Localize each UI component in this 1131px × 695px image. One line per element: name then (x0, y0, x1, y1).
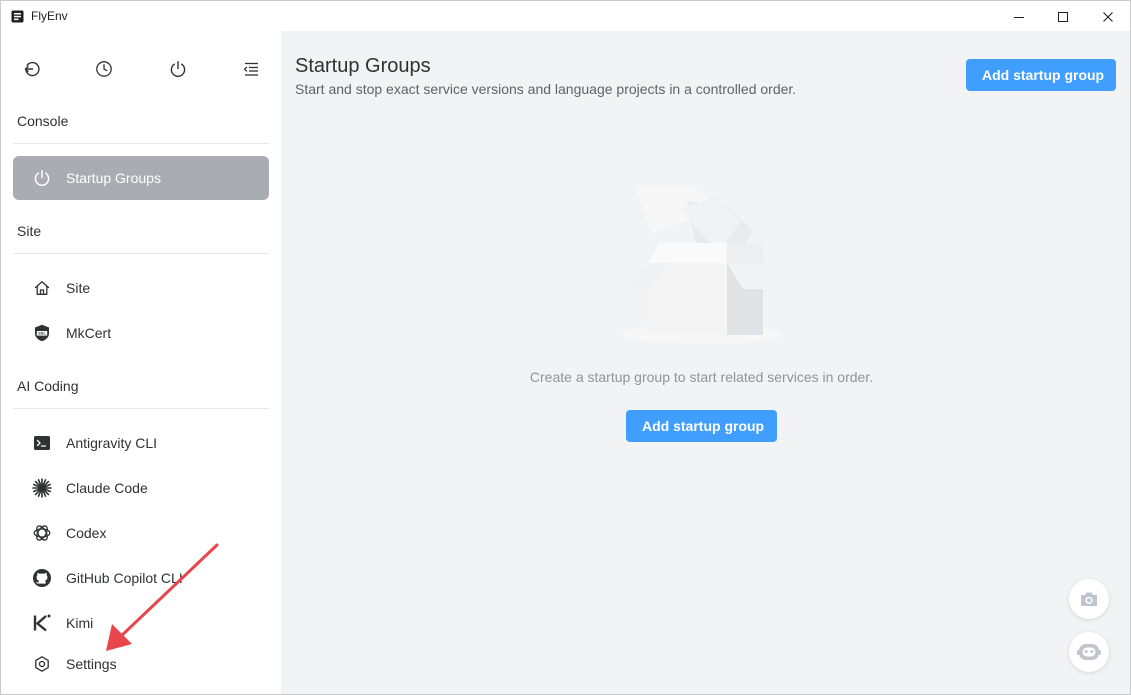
sidebar-item-settings[interactable]: Settings (13, 642, 269, 686)
section-site: Site (17, 223, 42, 239)
sidebar-item-github-copilot-cli[interactable]: GitHub Copilot CLI (13, 556, 269, 600)
sidebar-item-label: Codex (66, 525, 107, 541)
section-divider (13, 408, 269, 409)
sidebar-item-label: Settings (66, 656, 117, 672)
power-icon (32, 168, 52, 188)
minimize-button[interactable] (996, 1, 1042, 32)
openai-icon (32, 523, 52, 543)
terminal-icon (32, 433, 52, 453)
sidebar-item-label: GitHub Copilot CLI (66, 570, 183, 586)
sidebar-item-kimi[interactable]: Kimi (13, 601, 269, 645)
sidebar: Console Startup Groups Site Site SSL MkC… (1, 31, 281, 694)
section-console: Console (17, 113, 69, 129)
close-button[interactable] (1085, 1, 1131, 32)
github-icon (32, 568, 52, 588)
empty-state-text: Create a startup group to start related … (529, 369, 874, 385)
main-content: Startup Groups Start and stop exact serv… (281, 31, 1130, 694)
history-button[interactable] (93, 58, 115, 80)
sidebar-item-label: Claude Code (66, 480, 148, 496)
sidebar-item-label: Antigravity CLI (66, 435, 158, 451)
sidebar-item-label: Site (66, 280, 91, 296)
power-icon (170, 61, 186, 77)
sidebar-item-codex[interactable]: Codex (13, 511, 269, 555)
collapse-menu-icon (243, 62, 258, 76)
home-icon (32, 278, 52, 298)
power-button[interactable] (167, 58, 189, 80)
sidebar-toolbar (1, 58, 281, 80)
camera-icon (1081, 592, 1097, 606)
ai-assistant-button[interactable] (1069, 632, 1109, 672)
svg-text:SSL: SSL (38, 331, 46, 336)
add-startup-group-button[interactable]: Add startup group (966, 59, 1116, 91)
app-logo-icon (11, 10, 24, 23)
history-icon (96, 61, 112, 77)
section-ai-coding: AI Coding (17, 378, 79, 394)
section-divider (13, 253, 269, 254)
sidebar-item-mkcert[interactable]: SSL MkCert (13, 311, 269, 355)
section-divider (13, 143, 269, 144)
collapse-menu-button[interactable] (240, 58, 262, 80)
sidebar-item-startup-groups[interactable]: Startup Groups (13, 156, 269, 200)
empty-box-illustration (621, 185, 783, 344)
window-title: FlyEnv (31, 9, 68, 23)
title-bar: FlyEnv (0, 0, 1131, 31)
sidebar-item-antigravity-cli[interactable]: Antigravity CLI (13, 421, 269, 465)
back-button[interactable] (21, 58, 43, 80)
screenshot-button[interactable] (1069, 579, 1109, 619)
minimize-icon (1014, 16, 1024, 18)
robot-icon (1077, 644, 1101, 660)
add-startup-group-empty-button[interactable]: Add startup group (626, 410, 777, 442)
sidebar-item-label: Kimi (66, 615, 94, 631)
close-icon (1103, 11, 1113, 22)
maximize-icon (1058, 11, 1068, 22)
back-icon (24, 61, 40, 77)
page-subtitle: Start and stop exact service versions an… (295, 81, 797, 97)
page-title: Startup Groups (295, 55, 431, 77)
sidebar-item-label: MkCert (66, 325, 112, 341)
sidebar-item-claude-code[interactable]: Claude Code (13, 466, 269, 510)
gear-icon (32, 654, 52, 674)
ssl-certificate-icon: SSL (32, 323, 52, 343)
claude-sparkle-icon (32, 478, 52, 498)
sidebar-item-site[interactable]: Site (13, 266, 269, 310)
sidebar-item-label: Startup Groups (66, 170, 161, 186)
kimi-icon (32, 613, 52, 633)
maximize-button[interactable] (1040, 1, 1086, 32)
